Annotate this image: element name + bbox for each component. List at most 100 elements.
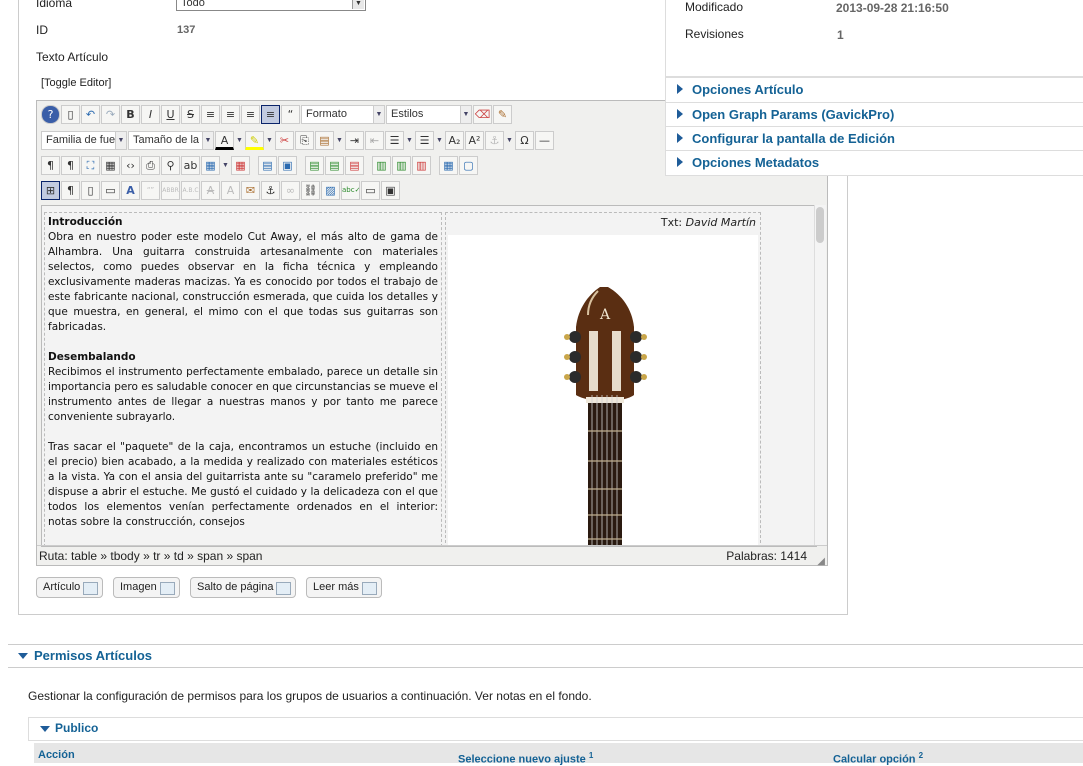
visual-aid-icon[interactable]: ⊞ — [41, 180, 60, 200]
col-insert-before-icon[interactable]: ▥ — [372, 155, 391, 175]
col-delete-icon[interactable]: ▥ — [412, 155, 431, 175]
row-insert-after-icon[interactable]: ▤ — [325, 155, 344, 175]
code-icon[interactable]: ‹› — [121, 155, 140, 175]
attributes-icon[interactable]: ✉ — [241, 180, 260, 200]
superscript-icon[interactable]: A² — [465, 130, 484, 150]
group-publico-header[interactable]: Publico — [28, 717, 1083, 741]
estilos-select[interactable]: Estilos ▼ — [386, 104, 472, 124]
highlight-color-icon[interactable]: ✎ — [245, 130, 264, 150]
pagebreak-icon — [276, 582, 292, 595]
panel-opciones-metadatos[interactable]: Opciones Metadatos — [665, 150, 1083, 176]
leer-mas-button[interactable]: Leer más — [306, 577, 382, 598]
scrollbar-thumb[interactable] — [816, 207, 824, 243]
strikethrough-icon[interactable]: S — [181, 104, 200, 124]
toggle-editor-link[interactable]: [Toggle Editor] — [41, 77, 111, 89]
align-justify-icon[interactable]: ≡ — [201, 104, 220, 124]
redo-icon[interactable]: ↷ — [101, 104, 120, 124]
editor-scrollbar[interactable] — [814, 205, 826, 545]
text-color-icon[interactable]: A — [215, 130, 234, 150]
cite-icon[interactable]: “” — [141, 180, 160, 200]
pilcrow-icon[interactable]: ¶ — [61, 180, 80, 200]
bold-icon[interactable]: B — [121, 104, 140, 124]
horizontal-rule-icon[interactable]: — — [535, 130, 554, 150]
indent-icon[interactable]: ⇥ — [345, 130, 364, 150]
help-icon[interactable]: ? — [41, 104, 60, 124]
spellcheck-icon[interactable]: A — [121, 180, 140, 200]
idioma-select[interactable]: Todo ▼ — [176, 0, 366, 11]
rtl-icon[interactable]: ¶ — [61, 155, 80, 175]
col-insert-after-icon[interactable]: ▥ — [392, 155, 411, 175]
group-publico-title: Publico — [55, 721, 99, 735]
underline-icon[interactable]: U — [161, 104, 180, 124]
chevron-down-icon[interactable]: ▼ — [265, 131, 274, 150]
insertion-icon[interactable]: A — [221, 180, 240, 200]
link-icon[interactable]: ∞ — [281, 180, 300, 200]
resize-handle-icon[interactable]: ◢ — [817, 552, 825, 572]
eraser-icon[interactable]: ⌫ — [473, 104, 492, 124]
print-icon[interactable]: ⎙ — [141, 155, 160, 175]
abbr-icon[interactable]: ABBR — [161, 180, 180, 200]
search-icon[interactable]: ⚲ — [161, 155, 180, 175]
row-props-icon[interactable]: ▤ — [258, 155, 277, 175]
style-props-icon[interactable]: ▭ — [101, 180, 120, 200]
row-insert-before-icon[interactable]: ▤ — [305, 155, 324, 175]
anchor-icon[interactable]: ⚓ — [485, 130, 504, 150]
outdent-icon[interactable]: ⇤ — [365, 130, 384, 150]
media-icon[interactable]: ▣ — [381, 180, 400, 200]
col-calcular: Calcular opción 2 — [833, 751, 923, 766]
cut-icon[interactable]: ✂ — [275, 130, 294, 150]
editor-content-area[interactable]: Introducción Obra en nuestro poder este … — [41, 205, 817, 547]
id-value: 137 — [177, 24, 196, 36]
table-insert-icon[interactable]: ▦ — [201, 155, 220, 175]
merge-cells-icon[interactable]: ▢ — [459, 155, 478, 175]
formato-select[interactable]: Formato ▼ — [301, 104, 385, 124]
articulo-button[interactable]: Artículo — [36, 577, 104, 598]
col-nuevo-ajuste: Seleccione nuevo ajuste 1 — [458, 751, 593, 766]
article-image-column: Txt: David Martín A — [445, 212, 761, 546]
permisos-header[interactable]: Permisos Artículos — [8, 644, 1083, 668]
font-family-select[interactable]: Familia de fuer ▼ — [41, 130, 127, 150]
new-document-icon[interactable]: ▯ — [61, 104, 80, 124]
italic-icon[interactable]: I — [141, 104, 160, 124]
template-icon[interactable]: ▦ — [101, 155, 120, 175]
fullscreen-icon[interactable]: ⛶ — [81, 155, 100, 175]
chevron-down-icon[interactable]: ▼ — [505, 131, 514, 150]
split-cells-icon[interactable]: ▦ — [439, 155, 458, 175]
acronym-icon[interactable]: A.B.C — [181, 180, 200, 200]
numbered-list-icon[interactable]: ☰ — [385, 130, 404, 150]
image-icon[interactable]: ▨ — [321, 180, 340, 200]
chevron-down-icon[interactable]: ▼ — [235, 131, 244, 150]
align-center-icon[interactable]: ≡ — [221, 104, 240, 124]
special-char-icon[interactable]: Ω — [515, 130, 534, 150]
cleanup-brush-icon[interactable]: ✎ — [493, 104, 512, 124]
blockquote-icon[interactable]: “ — [281, 104, 300, 124]
replace-icon[interactable]: ab — [181, 155, 200, 175]
panel-opciones-articulo[interactable]: Opciones Artículo — [665, 77, 1083, 103]
chevron-down-icon[interactable]: ▼ — [335, 131, 344, 150]
align-right-icon[interactable]: ≡ — [261, 104, 280, 124]
bullet-list-icon[interactable]: ☰ — [415, 130, 434, 150]
font-size-select[interactable]: Tamaño de la f ▼ — [128, 130, 214, 150]
row-delete-icon[interactable]: ▤ — [345, 155, 364, 175]
cell-props-icon[interactable]: ▣ — [278, 155, 297, 175]
spellcheck-abc-icon[interactable]: abc✓ — [341, 180, 360, 200]
unlink-icon[interactable]: ⛓ — [301, 180, 320, 200]
table-delete-icon[interactable]: ▦ — [231, 155, 250, 175]
deletion-icon[interactable]: A — [201, 180, 220, 200]
paste-icon[interactable]: ▤ — [315, 130, 334, 150]
align-left-icon[interactable]: ≡ — [241, 104, 260, 124]
salto-pagina-button[interactable]: Salto de página — [190, 577, 297, 598]
anchor-insert-icon[interactable]: ⚓ — [261, 180, 280, 200]
chevron-down-icon[interactable]: ▼ — [221, 156, 230, 175]
hr-icon[interactable]: ▭ — [361, 180, 380, 200]
chevron-down-icon[interactable]: ▼ — [405, 131, 414, 150]
imagen-button[interactable]: Imagen — [113, 577, 180, 598]
insert-layer-icon[interactable]: ▯ — [81, 180, 100, 200]
chevron-down-icon[interactable]: ▼ — [435, 131, 444, 150]
panel-configurar-edicion[interactable]: Configurar la pantalla de Edición — [665, 126, 1083, 152]
ltr-icon[interactable]: ¶ — [41, 155, 60, 175]
copy-icon[interactable]: ⎘ — [295, 130, 314, 150]
panel-open-graph[interactable]: Open Graph Params (GavickPro) — [665, 102, 1083, 128]
undo-icon[interactable]: ↶ — [81, 104, 100, 124]
subscript-icon[interactable]: A₂ — [445, 130, 464, 150]
